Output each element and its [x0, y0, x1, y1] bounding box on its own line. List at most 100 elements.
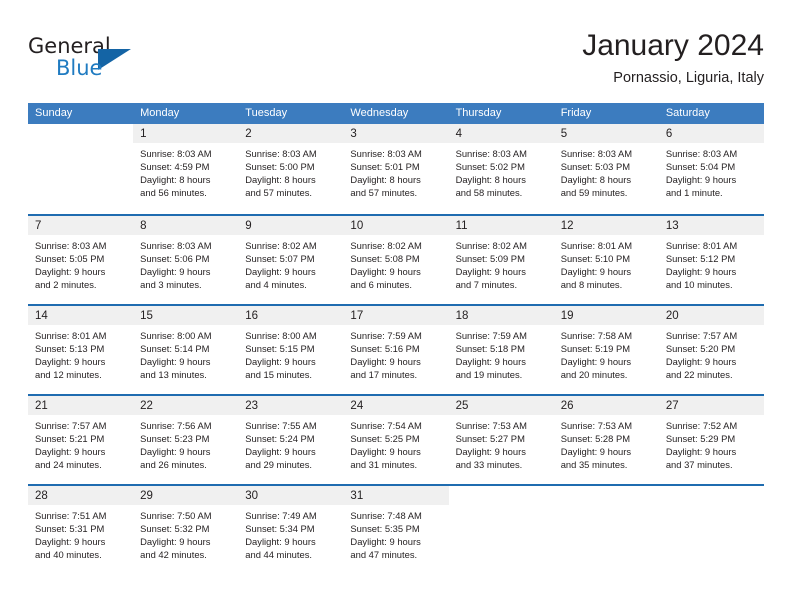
daylight-text-line2: and 10 minutes.	[665, 279, 733, 291]
sunrise-text: Sunrise: 7:53 AM	[455, 420, 527, 431]
daylight-text-line2: and 37 minutes.	[665, 459, 733, 471]
calendar-day-cell[interactable]: 28 Sunrise: 7:51 AM Sunset: 5:31 PM Dayligh…	[28, 486, 134, 574]
day-number-bar: 23	[238, 396, 344, 415]
sunset-text: Sunset: 5:08 PM	[350, 253, 420, 265]
day-number-bar: 5	[553, 124, 659, 143]
day-number: 22	[140, 400, 153, 412]
sunset-text: Sunset: 5:31 PM	[35, 523, 105, 535]
calendar-day-cell[interactable]: 9 Sunrise: 8:02 AM Sunset: 5:07 PM Daylight…	[238, 216, 344, 304]
calendar-day-cell[interactable]: 25 Sunrise: 7:53 AM Sunset: 5:27 PM Dayligh…	[448, 396, 554, 484]
calendar-day-cell[interactable]: 19 Sunrise: 7:58 AM Sunset: 5:19 PM Dayligh…	[553, 306, 659, 394]
calendar-day-cell[interactable]: 6 Sunrise: 8:03 AM Sunset: 5:04 PM Daylight…	[658, 124, 764, 214]
day-number-bar: 13	[658, 216, 764, 235]
sunset-text: Sunset: 5:34 PM	[245, 523, 315, 535]
sunrise-text: Sunrise: 7:59 AM	[455, 330, 527, 341]
day-number-bar	[659, 486, 764, 505]
day-details: Sunrise: 7:49 AM Sunset: 5:34 PM Daylight:…	[238, 505, 343, 561]
daylight-text-line1: Daylight: 9 hours	[140, 356, 211, 368]
day-details: Sunrise: 8:03 AM Sunset: 5:05 PM Daylight:…	[28, 235, 133, 291]
day-number: 9	[245, 220, 252, 232]
sunrise-text: Sunrise: 7:55 AM	[245, 420, 317, 431]
day-details: Sunrise: 8:02 AM Sunset: 5:07 PM Daylight:…	[238, 235, 343, 291]
daylight-text-line1: Daylight: 9 hours	[665, 266, 737, 278]
calendar-day-cell[interactable]: 5 Sunrise: 8:03 AM Sunset: 5:03 PM Daylight…	[553, 124, 659, 214]
sunrise-text: Sunrise: 8:02 AM	[245, 240, 317, 251]
day-number-bar: 31	[343, 486, 449, 505]
calendar-day-cell[interactable]: 3 Sunrise: 8:03 AM Sunset: 5:01 PM Daylight…	[343, 124, 449, 214]
sunset-text: Sunset: 5:20 PM	[665, 343, 736, 355]
day-number: 2	[245, 128, 252, 140]
daylight-text-line2: and 17 minutes.	[350, 369, 418, 381]
day-details: Sunrise: 8:02 AM Sunset: 5:09 PM Daylight:…	[449, 235, 554, 291]
brand-name-blue: Blue	[56, 56, 103, 80]
weekday-header-row: Sunday Monday Tuesday Wednesday Thursday Frid…	[28, 103, 764, 124]
daylight-text-line2: and 4 minutes.	[245, 279, 307, 291]
calendar-day-cell[interactable]: 10 Sunrise: 8:02 AM Sunset: 5:08 PM Dayligh…	[343, 216, 449, 304]
calendar-day-cell[interactable]: 29 Sunrise: 7:50 AM Sunset: 5:32 PM Dayligh…	[133, 486, 239, 574]
daylight-text-line2: and 47 minutes.	[350, 549, 418, 561]
day-details: Sunrise: 7:51 AM Sunset: 5:31 PM Daylight:…	[28, 505, 133, 561]
daylight-text-line2: and 26 minutes.	[140, 459, 207, 471]
day-number: 21	[35, 400, 48, 412]
calendar-day-cell[interactable]: 1 Sunrise: 8:03 AM Sunset: 4:59 PM Daylight…	[133, 124, 239, 214]
calendar-day-cell[interactable]: 22 Sunrise: 7:56 AM Sunset: 5:23 PM Dayligh…	[133, 396, 239, 484]
day-details: Sunrise: 7:59 AM Sunset: 5:16 PM Daylight:…	[343, 325, 448, 381]
weekday-header-friday: Friday	[560, 107, 592, 119]
sunrise-text: Sunrise: 8:03 AM	[350, 148, 422, 159]
sunrise-text: Sunrise: 7:57 AM	[35, 420, 107, 431]
calendar-day-cell[interactable]: 11 Sunrise: 8:02 AM Sunset: 5:09 PM Dayligh…	[448, 216, 554, 304]
calendar-day-cell[interactable]: 15 Sunrise: 8:00 AM Sunset: 5:14 PM Dayligh…	[133, 306, 239, 394]
calendar-day-cell[interactable]: 17 Sunrise: 7:59 AM Sunset: 5:16 PM Dayligh…	[343, 306, 449, 394]
calendar-day-cell[interactable]: 8 Sunrise: 8:03 AM Sunset: 5:06 PM Daylight…	[133, 216, 239, 304]
day-details: Sunrise: 8:03 AM Sunset: 4:59 PM Daylight:…	[133, 143, 238, 199]
sunrise-text: Sunrise: 7:52 AM	[665, 420, 738, 431]
brand-logo[interactable]: General Blue	[28, 34, 158, 90]
day-number: 5	[560, 128, 568, 140]
daylight-text-line2: and 13 minutes.	[140, 369, 207, 381]
calendar-day-cell[interactable]: 16 Sunrise: 8:00 AM Sunset: 5:15 PM Dayligh…	[238, 306, 344, 394]
day-details: Sunrise: 8:01 AM Sunset: 5:10 PM Daylight:…	[554, 235, 659, 291]
calendar-day-cell[interactable]: 14 Sunrise: 8:01 AM Sunset: 5:13 PM Dayligh…	[28, 306, 134, 394]
sunrise-text: Sunrise: 7:54 AM	[350, 420, 422, 431]
calendar-day-cell[interactable]: 27 Sunrise: 7:52 AM Sunset: 5:29 PM Dayligh…	[658, 396, 764, 484]
daylight-text-line2: and 35 minutes.	[560, 459, 628, 471]
page-header: General Blue January 2024 Pornassio, Lig…	[28, 28, 764, 94]
calendar-day-cell[interactable]: 18 Sunrise: 7:59 AM Sunset: 5:18 PM Dayligh…	[448, 306, 554, 394]
day-number-bar: 4	[448, 124, 554, 143]
calendar-day-cell[interactable]: 7 Sunrise: 8:03 AM Sunset: 5:05 PM Daylight…	[28, 216, 134, 304]
day-details: Sunrise: 8:03 AM Sunset: 5:06 PM Daylight:…	[133, 235, 238, 291]
day-number: 16	[245, 310, 259, 322]
sunrise-text: Sunrise: 7:53 AM	[560, 420, 633, 431]
daylight-text-line1: Daylight: 9 hours	[140, 266, 211, 278]
daylight-text-line2: and 7 minutes.	[455, 279, 518, 291]
daylight-text-line2: and 6 minutes.	[350, 279, 412, 291]
day-number-bar: 19	[553, 306, 659, 325]
calendar-day-cell[interactable]: 30 Sunrise: 7:49 AM Sunset: 5:34 PM Dayligh…	[238, 486, 344, 574]
calendar-day-cell[interactable]: 21 Sunrise: 7:57 AM Sunset: 5:21 PM Dayligh…	[28, 396, 134, 484]
day-details: Sunrise: 7:52 AM Sunset: 5:29 PM Daylight:…	[659, 415, 764, 471]
calendar-day-cell[interactable]: 13 Sunrise: 8:01 AM Sunset: 5:12 PM Dayligh…	[658, 216, 764, 304]
day-number-bar: 8	[133, 216, 239, 235]
calendar-day-cell[interactable]: 26 Sunrise: 7:53 AM Sunset: 5:28 PM Dayligh…	[553, 396, 659, 484]
brand-triangle-icon	[98, 49, 131, 70]
calendar-day-cell[interactable]: 31 Sunrise: 7:48 AM Sunset: 5:35 PM Dayligh…	[343, 486, 449, 574]
daylight-text-line1: Daylight: 9 hours	[560, 266, 632, 278]
calendar-day-cell[interactable]: 2 Sunrise: 8:03 AM Sunset: 5:00 PM Daylight…	[238, 124, 344, 214]
sunset-text: Sunset: 5:03 PM	[560, 161, 631, 173]
calendar-day-cell[interactable]: 12 Sunrise: 8:01 AM Sunset: 5:10 PM Dayligh…	[553, 216, 659, 304]
calendar-day-cell[interactable]: 24 Sunrise: 7:54 AM Sunset: 5:25 PM Dayligh…	[343, 396, 449, 484]
sunset-text: Sunset: 5:18 PM	[455, 343, 525, 355]
weekday-header-saturday: Saturday	[665, 107, 710, 119]
daylight-text-line2: and 22 minutes.	[665, 369, 733, 381]
calendar-day-cell[interactable]: 4 Sunrise: 8:03 AM Sunset: 5:02 PM Daylight…	[448, 124, 554, 214]
calendar-day-cell[interactable]: 20 Sunrise: 7:57 AM Sunset: 5:20 PM Dayligh…	[658, 306, 764, 394]
daylight-text-line1: Daylight: 9 hours	[35, 266, 106, 278]
calendar-week-row: 28 Sunrise: 7:51 AM Sunset: 5:31 PM Dayligh…	[28, 484, 764, 574]
daylight-text-line1: Daylight: 8 hours	[245, 174, 316, 186]
weekday-header-thursday: Thursday	[455, 107, 502, 119]
calendar-day-cell[interactable]: 23 Sunrise: 7:55 AM Sunset: 5:24 PM Dayligh…	[238, 396, 344, 484]
day-details: Sunrise: 8:01 AM Sunset: 5:12 PM Daylight:…	[659, 235, 764, 291]
day-details	[449, 505, 554, 509]
sunrise-text: Sunrise: 8:00 AM	[140, 330, 212, 341]
title-block: January 2024 Pornassio, Liguria, Italy	[582, 28, 764, 89]
